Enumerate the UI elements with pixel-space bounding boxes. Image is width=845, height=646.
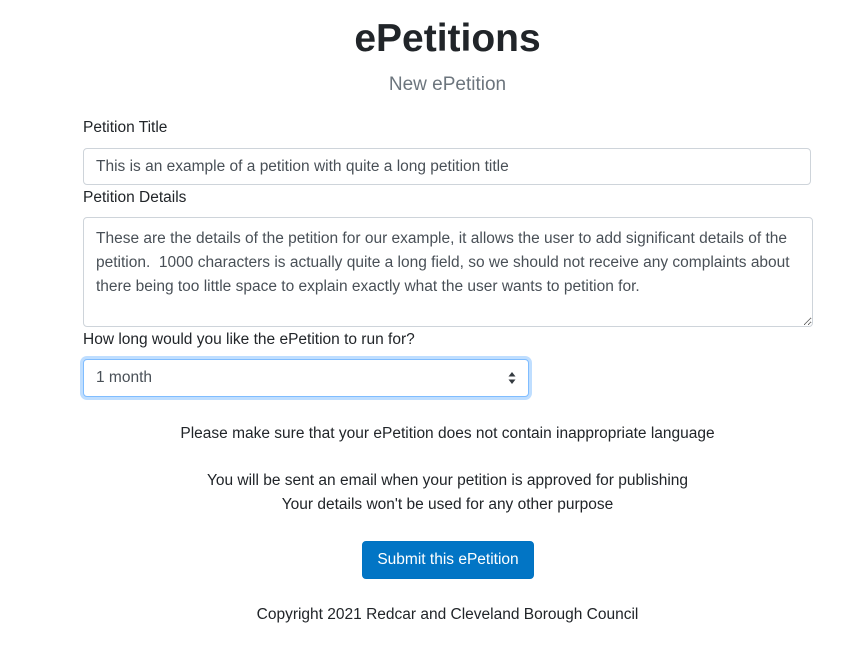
petition-details-textarea[interactable]: These are the details of the petition fo… xyxy=(83,217,813,327)
duration-selected-value: 1 month xyxy=(96,369,153,386)
duration-select[interactable]: 1 month xyxy=(83,359,529,397)
submit-button[interactable]: Submit this ePetition xyxy=(362,541,534,579)
petition-details-label: Petition Details xyxy=(83,189,187,206)
email-notice: You will be sent an email when your peti… xyxy=(206,472,689,489)
language-notice: Please make sure that your ePetition doe… xyxy=(180,425,715,442)
duration-label: How long would you like the ePetition to… xyxy=(83,331,415,348)
page-subtitle: New ePetition xyxy=(388,74,507,95)
select-arrows-icon xyxy=(508,372,516,384)
copyright-footer: Copyright 2021 Redcar and Cleveland Boro… xyxy=(256,606,639,623)
petition-title-label: Petition Title xyxy=(83,119,168,136)
page-title: ePetitions xyxy=(354,17,541,60)
petition-title-input[interactable] xyxy=(83,148,811,185)
privacy-notice: Your details won't be used for any other… xyxy=(281,496,614,513)
